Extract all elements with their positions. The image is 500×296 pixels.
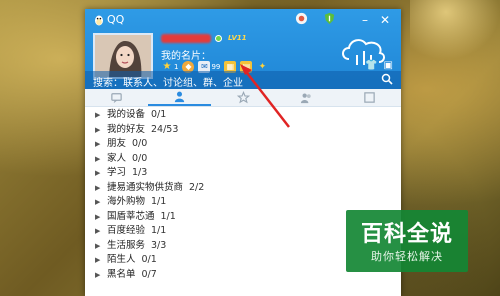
group-my-friends[interactable]: ▶ 我的好友 24/53 <box>85 123 401 138</box>
star-count: 1 <box>174 63 179 71</box>
close-button[interactable]: ✕ <box>377 12 393 28</box>
collapsed-arrow-icon: ▶ <box>95 256 101 264</box>
contact-tabs <box>85 89 401 107</box>
minimize-button[interactable]: – <box>357 12 373 28</box>
message-box-icon[interactable]: ▣ <box>384 60 393 71</box>
online-status-icon[interactable] <box>215 35 222 42</box>
level-badge[interactable]: LV11 <box>228 34 247 42</box>
shirt-icon[interactable]: 👕 <box>365 60 377 71</box>
watermark-logo: 百科全说 助你轻松解决 <box>346 210 468 272</box>
group-supplier[interactable]: ▶ 捷易通实物供货商 2/2 <box>85 181 401 196</box>
collapsed-arrow-icon: ▶ <box>95 169 101 177</box>
shield-icon[interactable] <box>321 12 337 28</box>
collapsed-arrow-icon: ▶ <box>95 198 101 206</box>
group-people-icon <box>300 93 311 104</box>
tab-groups[interactable] <box>275 89 338 106</box>
tab-favorites[interactable] <box>211 89 274 106</box>
profile-header: QQ – ✕ LV11 我的名片： ★ 1 ◆ ✉ 99 ▦ ▤ ✦ 👕 ▣ 搜… <box>85 9 401 89</box>
header-right-icons: 👕 ▣ <box>365 60 393 71</box>
person-icon <box>175 91 185 103</box>
search-bar[interactable]: 搜索：联系人、讨论组、群、企业 <box>85 71 401 89</box>
group-my-devices[interactable]: ▶ 我的设备 0/1 <box>85 108 401 123</box>
tab-contacts[interactable] <box>148 89 212 106</box>
group-overseas-shopping[interactable]: ▶ 海外购物 1/1 <box>85 195 401 210</box>
watermark-subtitle: 助你轻松解决 <box>371 250 443 263</box>
mail-count: 99 <box>211 63 221 71</box>
collapsed-arrow-icon: ▶ <box>95 212 101 221</box>
collapsed-arrow-icon: ▶ <box>95 140 101 148</box>
star-outline-icon <box>236 91 250 104</box>
collapsed-arrow-icon: ▶ <box>95 111 101 119</box>
window-frame-icon <box>364 92 375 103</box>
collapsed-arrow-icon: ▶ <box>95 270 101 279</box>
collapsed-arrow-icon: ▶ <box>95 241 101 250</box>
tab-messages[interactable] <box>85 89 148 106</box>
qq-penguin-icon <box>95 15 103 26</box>
group-friends[interactable]: ▶ 朋友 0/0 <box>85 137 401 152</box>
title-bar[interactable]: QQ – ✕ <box>85 9 401 31</box>
desktop-light <box>410 0 500 60</box>
skin-icon[interactable] <box>293 12 309 28</box>
collapsed-arrow-icon: ▶ <box>95 125 101 134</box>
collapsed-arrow-icon: ▶ <box>95 183 101 192</box>
chat-bubble-icon <box>111 93 122 104</box>
search-placeholder: 搜索：联系人、讨论组、群、企业 <box>93 78 243 89</box>
nickname-redacted <box>161 34 211 43</box>
watermark-title: 百科全说 <box>360 222 453 247</box>
group-family[interactable]: ▶ 家人 0/0 <box>85 152 401 167</box>
collapsed-arrow-icon: ▶ <box>95 227 101 235</box>
tab-recent[interactable] <box>338 89 401 106</box>
search-icon[interactable] <box>381 73 393 85</box>
collapsed-arrow-icon: ▶ <box>95 154 101 163</box>
group-study[interactable]: ▶ 学习 1/3 <box>85 166 401 181</box>
window-title: QQ <box>107 13 125 26</box>
